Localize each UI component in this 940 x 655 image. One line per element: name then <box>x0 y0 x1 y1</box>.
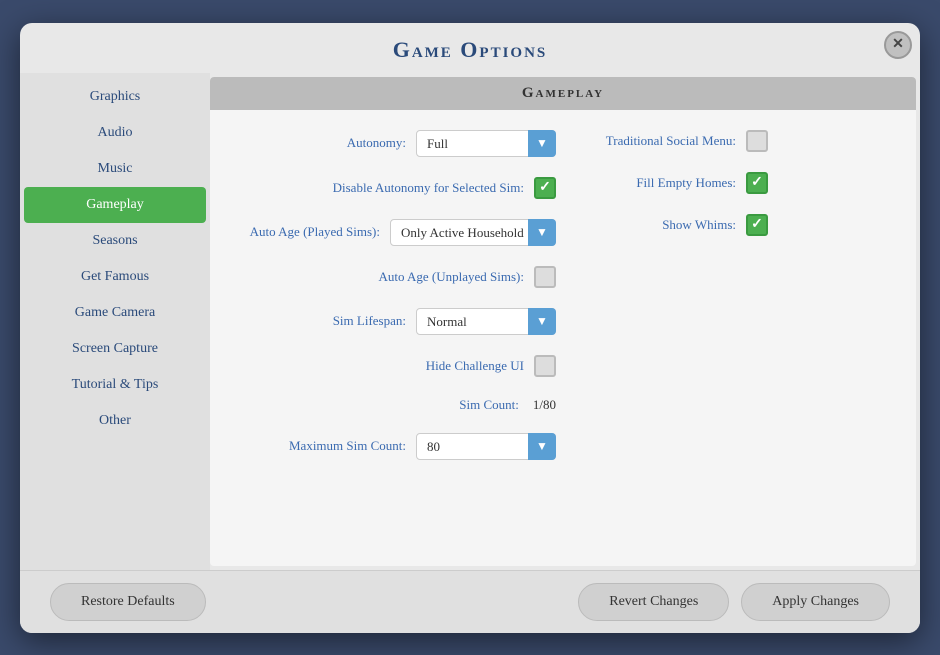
sidebar-item-get-famous[interactable]: Get Famous <box>20 259 210 295</box>
auto-age-unplayed-row: Auto Age (Unplayed Sims): <box>240 266 556 288</box>
auto-age-played-control: Only Active Household All Off ▼ <box>390 219 556 246</box>
show-whims-control <box>746 214 768 236</box>
disable-autonomy-checkbox[interactable] <box>534 177 556 199</box>
max-sim-count-wrapper: 80 100 200 ▼ <box>416 433 556 460</box>
disable-autonomy-label: Disable Autonomy for Selected Sim: <box>333 180 524 196</box>
auto-age-played-wrapper: Only Active Household All Off ▼ <box>390 219 556 246</box>
hide-challenge-checkbox[interactable] <box>534 355 556 377</box>
sidebar-item-tutorial-tips[interactable]: Tutorial & Tips <box>20 367 210 403</box>
sim-count-label: Sim Count: <box>379 397 519 413</box>
modal-footer: Restore Defaults Revert Changes Apply Ch… <box>20 570 920 633</box>
content-body: Autonomy: Full High Medium Low Off <box>210 110 916 566</box>
sim-count-value: 1/80 <box>533 397 556 413</box>
sidebar-item-game-camera[interactable]: Game Camera <box>20 295 210 331</box>
hide-challenge-label: Hide Challenge UI <box>384 358 524 374</box>
auto-age-unplayed-checkbox[interactable] <box>534 266 556 288</box>
sim-count-control: 1/80 <box>529 397 556 413</box>
show-whims-checkbox[interactable] <box>746 214 768 236</box>
revert-changes-button[interactable]: Revert Changes <box>578 583 729 621</box>
settings-grid: Autonomy: Full High Medium Low Off <box>240 130 886 480</box>
close-button[interactable]: ✕ <box>884 31 912 59</box>
sidebar-item-seasons[interactable]: Seasons <box>20 223 210 259</box>
sim-lifespan-row: Sim Lifespan: Short Normal Long Epic <box>240 308 556 335</box>
auto-age-unplayed-label: Auto Age (Unplayed Sims): <box>378 269 524 285</box>
footer-right-buttons: Revert Changes Apply Changes <box>578 583 890 621</box>
auto-age-played-dropdown[interactable]: Only Active Household All Off <box>390 219 556 246</box>
sidebar-item-graphics[interactable]: Graphics <box>20 79 210 115</box>
modal-body: Graphics Audio Music Gameplay Seasons Ge… <box>20 73 920 570</box>
autonomy-label: Autonomy: <box>266 135 406 151</box>
traditional-social-row: Traditional Social Menu: <box>596 130 886 152</box>
game-options-modal: Game Options ✕ Graphics Audio Music Game… <box>20 23 920 633</box>
sidebar-item-music[interactable]: Music <box>20 151 210 187</box>
autonomy-dropdown[interactable]: Full High Medium Low Off <box>416 130 556 157</box>
disable-autonomy-row: Disable Autonomy for Selected Sim: <box>240 177 556 199</box>
show-whims-label: Show Whims: <box>596 217 736 233</box>
sidebar-item-audio[interactable]: Audio <box>20 115 210 151</box>
autonomy-dropdown-wrapper: Full High Medium Low Off ▼ <box>416 130 556 157</box>
fill-empty-homes-label: Fill Empty Homes: <box>596 175 736 191</box>
disable-autonomy-control <box>534 177 556 199</box>
max-sim-count-control: 80 100 200 ▼ <box>416 433 556 460</box>
autonomy-row: Autonomy: Full High Medium Low Off <box>240 130 556 157</box>
traditional-social-control <box>746 130 768 152</box>
apply-changes-button[interactable]: Apply Changes <box>741 583 890 621</box>
section-title: Gameplay <box>210 77 916 110</box>
traditional-social-checkbox[interactable] <box>746 130 768 152</box>
main-content: Gameplay Autonomy: Full High <box>210 77 916 566</box>
max-sim-count-label: Maximum Sim Count: <box>266 438 406 454</box>
auto-age-unplayed-control <box>534 266 556 288</box>
fill-empty-homes-row: Fill Empty Homes: <box>596 172 886 194</box>
sim-count-row: Sim Count: 1/80 <box>240 397 556 413</box>
left-column: Autonomy: Full High Medium Low Off <box>240 130 576 480</box>
auto-age-played-row: Auto Age (Played Sims): Only Active Hous… <box>240 219 556 246</box>
hide-challenge-control <box>534 355 556 377</box>
max-sim-count-dropdown[interactable]: 80 100 200 <box>416 433 556 460</box>
autonomy-control: Full High Medium Low Off ▼ <box>416 130 556 157</box>
sim-lifespan-wrapper: Short Normal Long Epic ▼ <box>416 308 556 335</box>
auto-age-played-label: Auto Age (Played Sims): <box>240 224 380 240</box>
fill-empty-homes-checkbox[interactable] <box>746 172 768 194</box>
hide-challenge-row: Hide Challenge UI <box>240 355 556 377</box>
sim-lifespan-control: Short Normal Long Epic ▼ <box>416 308 556 335</box>
sidebar: Graphics Audio Music Gameplay Seasons Ge… <box>20 73 210 570</box>
sidebar-item-screen-capture[interactable]: Screen Capture <box>20 331 210 367</box>
max-sim-count-row: Maximum Sim Count: 80 100 200 ▼ <box>240 433 556 460</box>
sidebar-item-other[interactable]: Other <box>20 403 210 439</box>
sim-lifespan-label: Sim Lifespan: <box>266 313 406 329</box>
show-whims-row: Show Whims: <box>596 214 886 236</box>
traditional-social-label: Traditional Social Menu: <box>596 133 736 149</box>
restore-defaults-button[interactable]: Restore Defaults <box>50 583 206 621</box>
sim-lifespan-dropdown[interactable]: Short Normal Long Epic <box>416 308 556 335</box>
fill-empty-homes-control <box>746 172 768 194</box>
modal-title: Game Options <box>20 23 920 73</box>
right-column: Traditional Social Menu: Fill Empty Home… <box>576 130 886 480</box>
sidebar-item-gameplay[interactable]: Gameplay <box>24 187 206 223</box>
